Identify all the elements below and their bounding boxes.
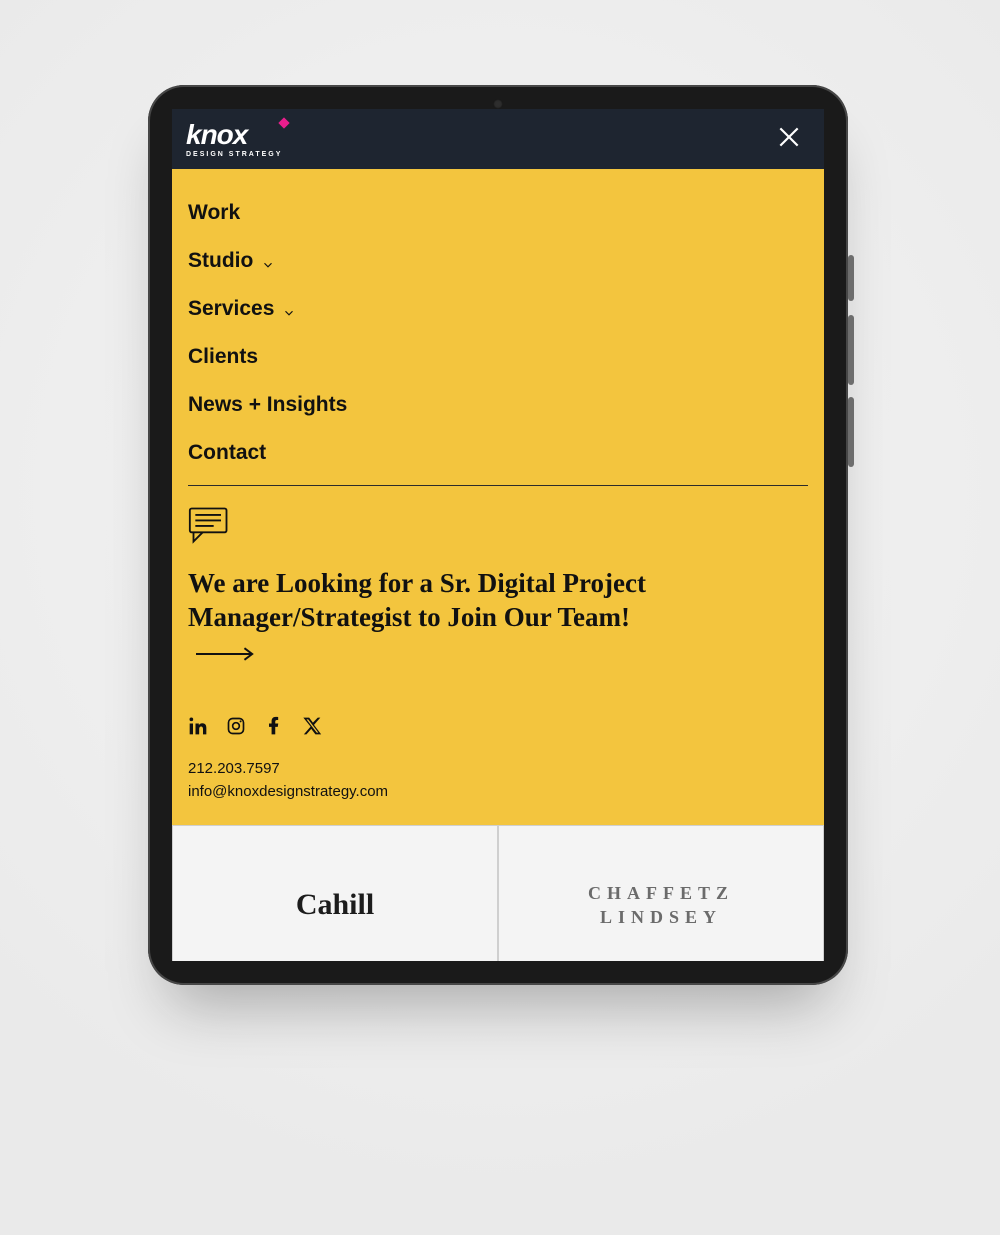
nav-item-news[interactable]: News + Insights bbox=[188, 381, 808, 429]
contact-email[interactable]: info@knoxdesignstrategy.com bbox=[188, 781, 808, 804]
arrow-right-icon bbox=[196, 636, 258, 670]
primary-nav: Work Studio Services bbox=[188, 189, 808, 477]
client-logo-line1: Chaffetz bbox=[588, 881, 734, 905]
chevron-down-icon bbox=[261, 254, 275, 268]
nav-label: Clients bbox=[188, 345, 258, 369]
screen: knox DESIGN STRATEGY Work Studio bbox=[172, 109, 824, 961]
device-volume-up bbox=[848, 315, 854, 385]
close-icon[interactable] bbox=[776, 124, 802, 155]
chevron-down-icon bbox=[282, 302, 296, 316]
speech-bubble-icon bbox=[188, 531, 232, 548]
linkedin-icon[interactable] bbox=[188, 716, 208, 736]
device-volume-down bbox=[848, 397, 854, 467]
brand-accent-dot bbox=[279, 117, 290, 128]
nav-label: Contact bbox=[188, 441, 266, 465]
brand-tagline: DESIGN STRATEGY bbox=[186, 151, 282, 158]
careers-cta[interactable]: We are Looking for a Sr. Digital Project… bbox=[188, 567, 668, 670]
nav-item-clients[interactable]: Clients bbox=[188, 333, 808, 381]
cta-text: We are Looking for a Sr. Digital Project… bbox=[188, 568, 646, 632]
nav-label: Services bbox=[188, 297, 274, 321]
divider bbox=[188, 485, 808, 486]
contact-phone[interactable]: 212.203.7597 bbox=[188, 758, 808, 781]
tablet-frame: knox DESIGN STRATEGY Work Studio bbox=[148, 85, 848, 985]
brand-wordmark: knox bbox=[186, 121, 282, 149]
x-twitter-icon[interactable] bbox=[302, 716, 322, 736]
nav-label: News + Insights bbox=[188, 393, 347, 417]
contact-block: 212.203.7597 info@knoxdesignstrategy.com bbox=[188, 758, 808, 803]
social-links bbox=[188, 716, 808, 736]
client-logo-line2: Lindsey bbox=[588, 905, 734, 929]
nav-item-contact[interactable]: Contact bbox=[188, 429, 808, 477]
device-power-button bbox=[848, 255, 854, 301]
nav-label: Work bbox=[188, 201, 240, 225]
instagram-icon[interactable] bbox=[226, 716, 246, 736]
nav-item-studio[interactable]: Studio bbox=[188, 237, 808, 285]
facebook-icon[interactable] bbox=[264, 716, 284, 736]
client-cell[interactable]: Cahill bbox=[172, 825, 498, 961]
client-logo-cahill: Cahill bbox=[296, 888, 374, 922]
device-mockup-stage: knox DESIGN STRATEGY Work Studio bbox=[0, 0, 1000, 1235]
nav-item-work[interactable]: Work bbox=[188, 189, 808, 237]
clients-grid: Cahill Chaffetz Lindsey bbox=[172, 825, 824, 961]
nav-item-services[interactable]: Services bbox=[188, 285, 808, 333]
menu-panel: Work Studio Services bbox=[172, 169, 824, 825]
client-logo-chaffetz-lindsey: Chaffetz Lindsey bbox=[588, 881, 734, 930]
brand-logo[interactable]: knox DESIGN STRATEGY bbox=[186, 121, 282, 158]
topbar: knox DESIGN STRATEGY bbox=[172, 109, 824, 169]
nav-label: Studio bbox=[188, 249, 253, 273]
client-cell[interactable]: Chaffetz Lindsey bbox=[498, 825, 824, 961]
